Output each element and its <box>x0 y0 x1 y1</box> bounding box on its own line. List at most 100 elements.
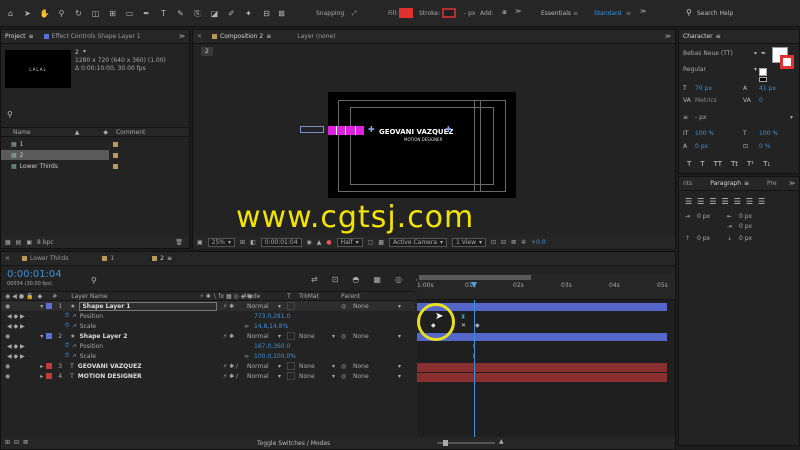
indent-right-value[interactable]: 0 px <box>739 213 752 220</box>
label-color-swatch[interactable] <box>113 141 118 147</box>
stroke-style-dropdown[interactable]: ▾ <box>743 114 793 122</box>
layer-name[interactable]: Shape Layer 1 <box>79 301 218 311</box>
superscript-button[interactable]: T¹ <box>747 160 754 168</box>
camera-tool-icon[interactable]: ◫ <box>91 9 100 18</box>
label-color-swatch[interactable] <box>113 163 118 169</box>
project-search-input[interactable] <box>17 112 185 120</box>
layer-row[interactable]: ◉ ▾ 2 ★ Shape Layer 2 ⚡ ✱ Normal ▾ None ▾ ◎ None ▾ <box>1 331 415 341</box>
tab-effect-controls[interactable]: Effect Controls Shape Layer 1 <box>43 33 141 40</box>
always-preview-icon[interactable]: ▣ <box>197 239 203 246</box>
col-name[interactable]: Name <box>13 129 31 136</box>
camera-dropdown[interactable]: Active Camera ▾ <box>388 238 448 247</box>
tab-composition[interactable]: Composition 2 ≡ <box>212 33 271 40</box>
dropdown-icon[interactable]: ▾ <box>83 48 86 55</box>
property-row[interactable]: ◀ ◆ ▶ ⏱ ⩘ Scale ∞ 100.0,100.0% <box>1 351 415 361</box>
rectangle-tool-icon[interactable]: ▭ <box>125 9 134 18</box>
delete-icon[interactable]: 🗑 <box>175 239 183 246</box>
panel-expand-icon[interactable]: ≫ <box>179 33 185 40</box>
tab-project[interactable]: Project ≡ <box>5 33 34 40</box>
font-family-dropdown[interactable]: Bebas Neue (TT) ▾ <box>683 50 757 59</box>
flowchart-icon[interactable]: ⊠ <box>511 239 516 246</box>
project-list-item[interactable]: ▦ Lower Thirds <box>1 161 118 171</box>
zoom-in-icon[interactable]: ▲ <box>499 438 504 445</box>
justify-left-icon[interactable]: ☰ <box>722 197 729 206</box>
all-caps-button[interactable]: TT <box>714 160 722 168</box>
selection-tool-icon[interactable]: ➤ <box>23 9 32 18</box>
layer-label-color[interactable] <box>46 363 53 369</box>
workspace-standard[interactable]: Standard <box>594 10 621 17</box>
property-value[interactable]: 167.0,360.0 <box>254 343 290 350</box>
project-list-item[interactable]: ▦ 2 <box>1 150 118 160</box>
link-icon[interactable]: ∞ <box>244 323 249 330</box>
faux-bold-button[interactable]: T <box>687 160 691 168</box>
type-tool-icon[interactable]: T <box>159 9 168 18</box>
video-visibility-icon[interactable]: ◉ <box>5 373 10 380</box>
pan-behind-icon[interactable]: ⊞ <box>108 9 117 18</box>
more-workspaces-icon[interactable]: ≫ <box>640 8 646 15</box>
timeline-timecode[interactable]: 0:00:01:04 <box>7 269 62 280</box>
snapping-options-icon[interactable]: ⤢ <box>352 10 357 18</box>
snapping-label[interactable]: Snapping <box>316 10 344 17</box>
snapping-toggle-icon[interactable]: ⊟ <box>262 9 271 18</box>
layer-name[interactable]: Shape Layer 2 <box>79 333 127 340</box>
expand-arrow-icon[interactable]: ▸ <box>40 373 43 380</box>
fill-swatch[interactable] <box>399 8 413 18</box>
horizontal-scale-value[interactable]: 100 % <box>759 130 778 137</box>
layer-label-color[interactable] <box>46 373 53 379</box>
layer-row[interactable]: ◉ ▸ 4 T MOTION DESIGNER ⚡ ✱ ∕ Normal ▾ None ▾ ◎ Non… <box>1 371 415 381</box>
faux-italic-button[interactable]: T <box>700 160 704 168</box>
switch-icons[interactable]: ⚡ ✱ <box>223 303 234 310</box>
show-snapshot-icon[interactable]: ▲ <box>317 239 322 246</box>
align-left-icon[interactable]: ☰ <box>685 197 692 206</box>
motion-blur-icon[interactable]: ◎ <box>395 275 402 284</box>
preserve-transparency-toggle[interactable] <box>287 362 295 370</box>
layer-mode-dropdown[interactable]: Normal ▾ <box>244 332 284 341</box>
col-mode[interactable]: Mode <box>244 293 260 300</box>
property-value[interactable]: 100.0,100.0% <box>254 353 296 360</box>
grid-icon[interactable]: ⊞ <box>240 239 245 246</box>
video-visibility-icon[interactable]: ◉ <box>5 333 10 340</box>
graph-icon[interactable]: ⩘ <box>72 312 75 320</box>
zoom-slider-handle[interactable] <box>443 440 448 446</box>
baseline-value[interactable]: 0 px <box>695 143 708 150</box>
comp-timecode[interactable]: 0:00:01:04 <box>260 238 302 247</box>
layer-mode-dropdown[interactable]: Normal ▾ <box>244 372 284 381</box>
essentials-menu-icon[interactable]: ≡ <box>573 10 578 17</box>
expand-modes-icon[interactable]: ⊟ <box>14 439 19 446</box>
workspace-essentials[interactable]: Essentials <box>541 10 571 17</box>
panel-expand-icon[interactable]: ≫ <box>665 33 671 40</box>
small-caps-button[interactable]: Tt <box>731 160 738 168</box>
graph-icon[interactable]: ⩘ <box>72 322 75 330</box>
roi-icon[interactable]: ▢ <box>368 239 374 246</box>
layer-bar-4[interactable] <box>417 373 667 382</box>
eraser-tool-icon[interactable]: ◪ <box>210 9 219 18</box>
tab-paragraph[interactable]: Paragraph ≡ <box>710 180 749 187</box>
new-comp-icon[interactable]: ▣ <box>26 239 32 246</box>
resolution-dropdown[interactable]: Half ▾ <box>336 238 363 247</box>
tab-effects[interactable]: nts <box>683 180 692 187</box>
col-trkmat[interactable]: TrkMat <box>299 293 319 300</box>
project-search-icon[interactable]: ⚲ <box>7 110 13 119</box>
preserve-transparency-toggle[interactable] <box>287 332 295 340</box>
keyframe-nav-icon[interactable]: ◀ ◆ ▶ <box>7 343 25 350</box>
shy-layers-icon[interactable]: ◓ <box>352 275 359 284</box>
timeline-icon[interactable]: ⊟ <box>501 239 506 246</box>
property-value[interactable]: 773.0,281.0 <box>254 313 290 320</box>
toggle-switches-modes[interactable]: Toggle Switches / Modes <box>257 440 330 447</box>
property-value[interactable]: 14.8,14.8% <box>254 323 288 330</box>
keyframe-nav-icon[interactable]: ◀ ◆ ▶ <box>7 313 25 320</box>
views-dropdown[interactable]: 1 View ▾ <box>452 238 486 247</box>
stroke-width[interactable]: - px <box>464 10 475 17</box>
layer-row[interactable]: ◉ ▸ 3 T GEOVANI VAZQUEZ ⚡ ✱ ∕ Normal ▾ None ▾ ◎ Non… <box>1 361 415 371</box>
layer-name[interactable]: GEOVANI VAZQUEZ <box>78 363 142 370</box>
layer-trkmat-dropdown[interactable]: None ▾ <box>299 333 335 340</box>
preserve-transparency-toggle[interactable] <box>287 372 295 380</box>
justify-center-icon[interactable]: ☰ <box>734 197 741 206</box>
project-list-item[interactable]: ▦ 1 <box>1 139 118 149</box>
keyframe-icon[interactable]: ⧗ <box>461 313 465 321</box>
layer-parent-dropdown[interactable]: None ▾ <box>353 363 401 370</box>
channel-icon[interactable]: ● <box>326 239 331 246</box>
tab-timeline-1[interactable]: Lower Thirds <box>22 255 68 262</box>
expand-arrow-icon[interactable]: ▾ <box>40 333 43 340</box>
layer-mode-dropdown[interactable]: Normal ▾ <box>244 362 284 371</box>
